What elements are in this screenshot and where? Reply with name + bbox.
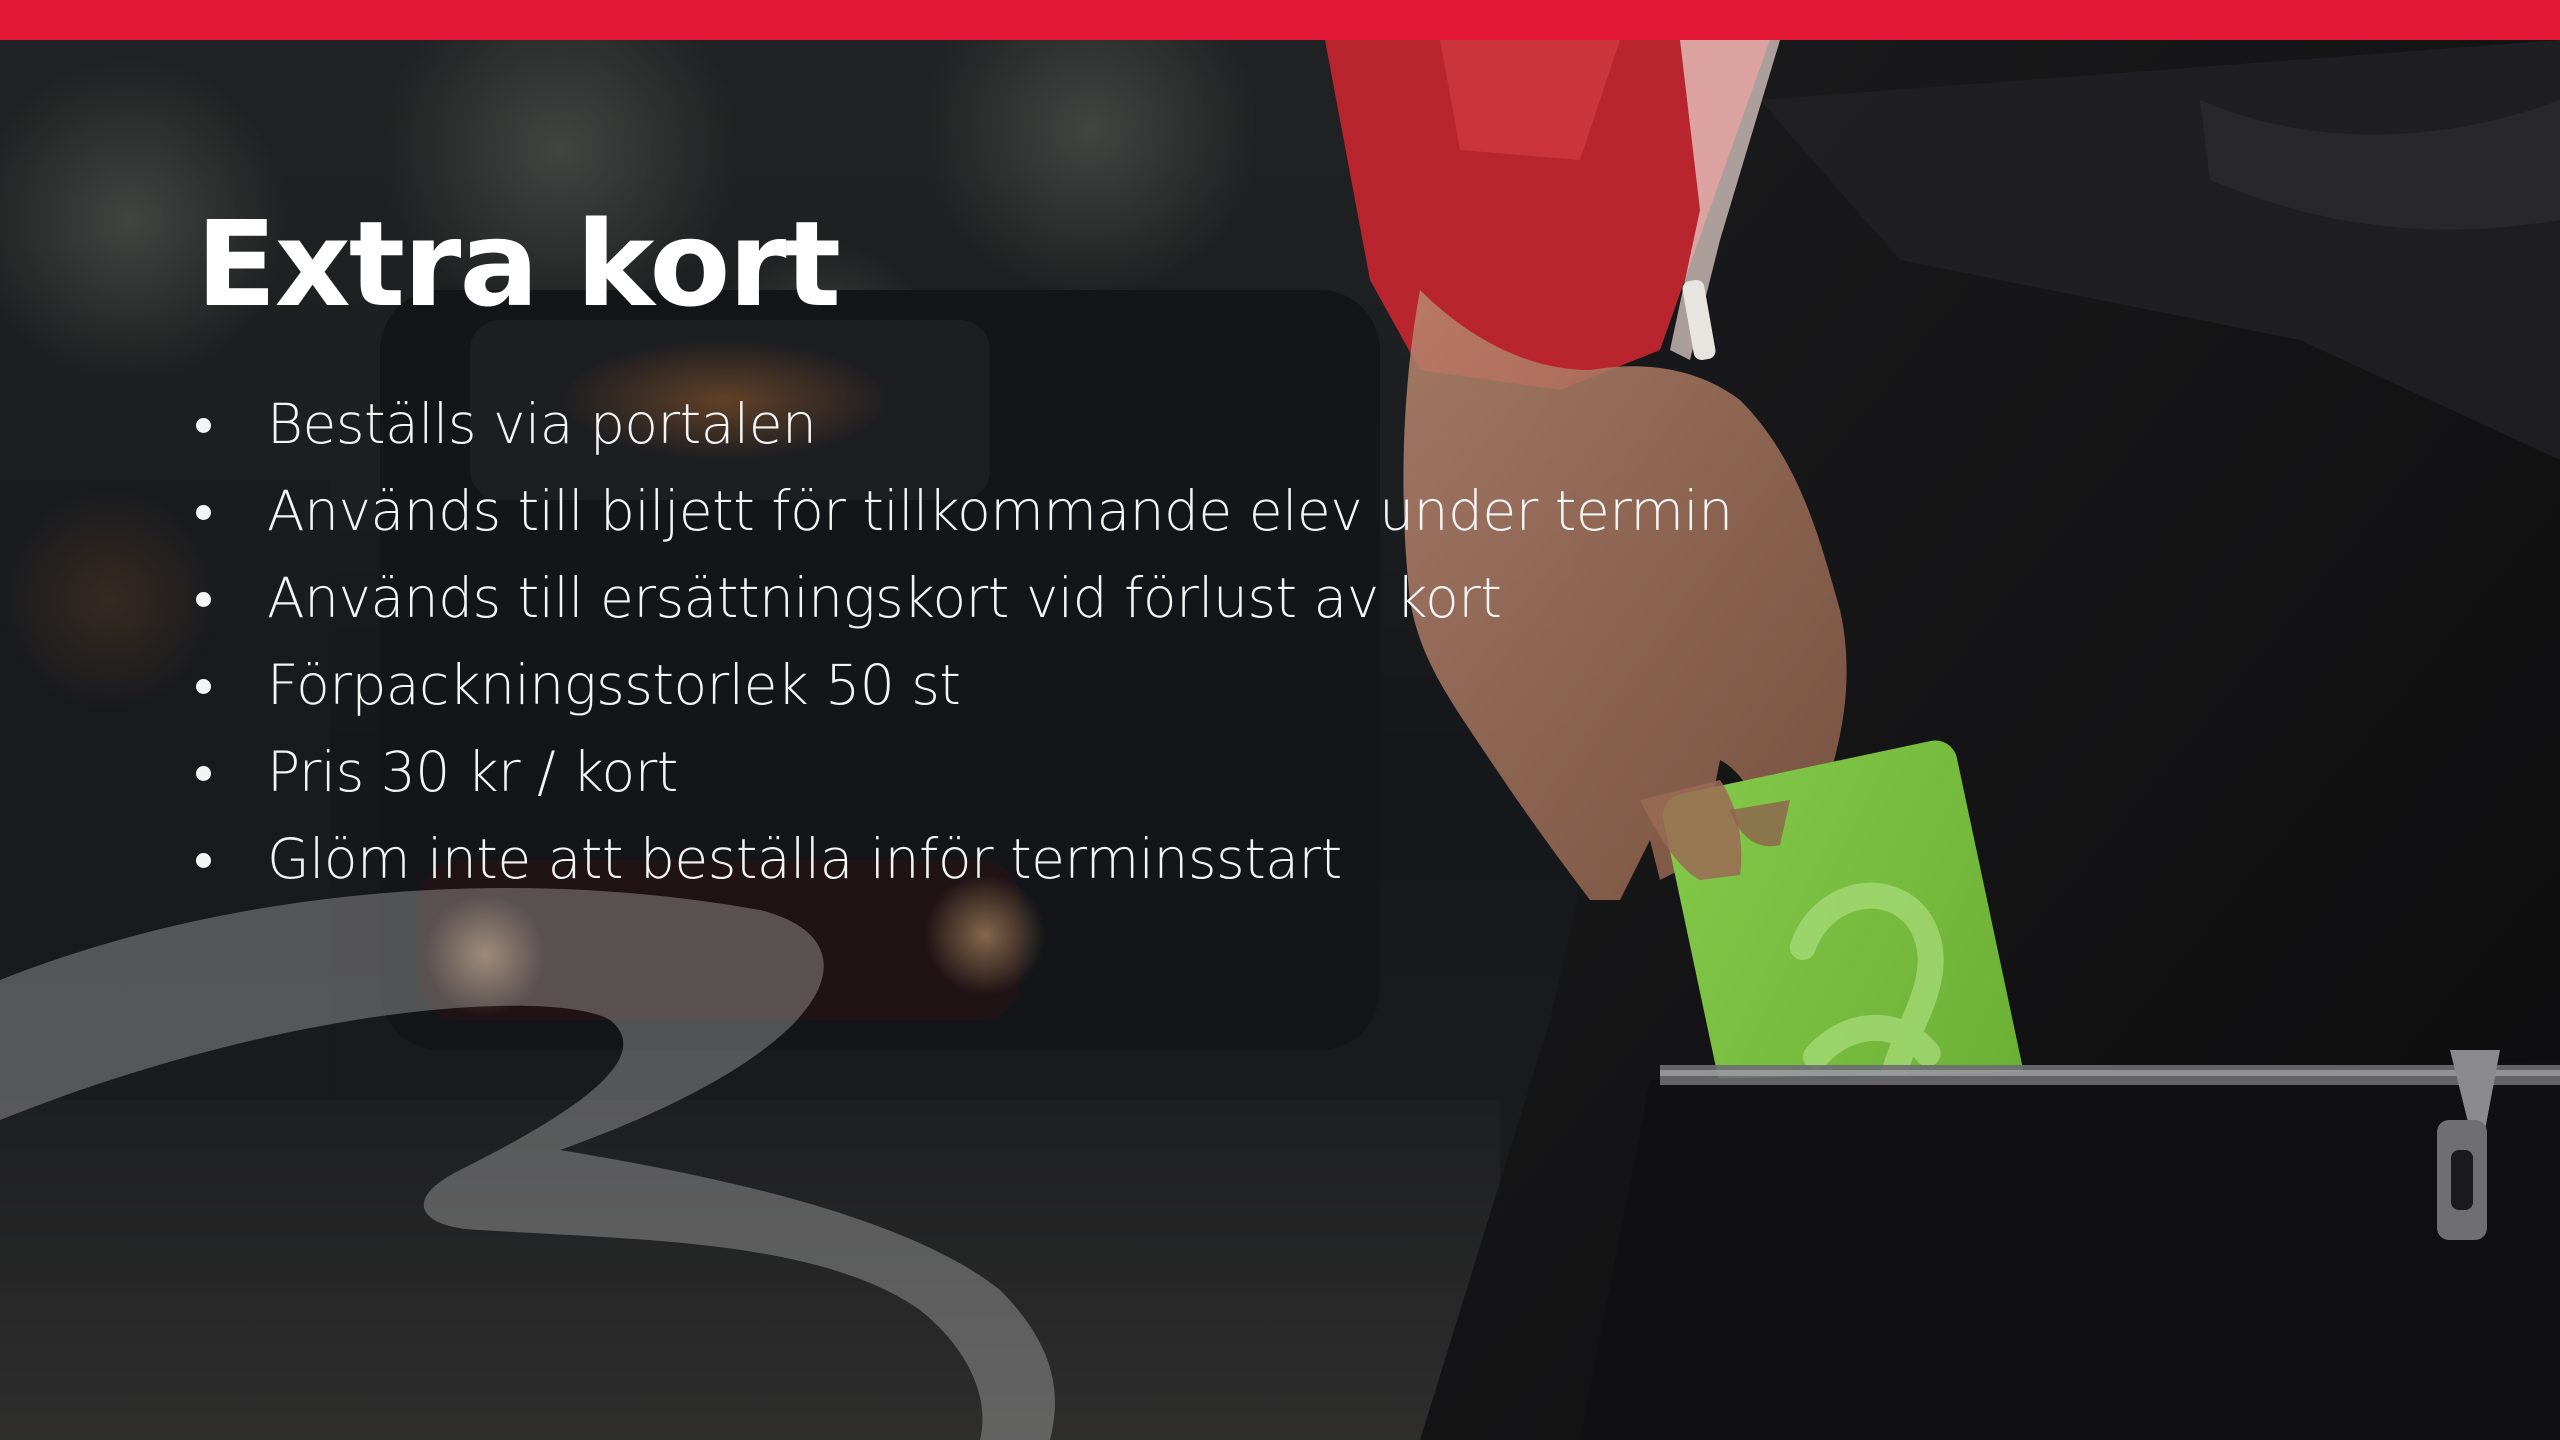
bullet-dot-icon [196,505,211,520]
slide: Extra kort Beställs via portalen Används… [0,0,2560,1440]
bullet-dot-icon [196,679,211,694]
bullet-dot-icon [196,592,211,607]
bullet-dot-icon [196,418,211,433]
bullet-text: Glöm inte att beställa inför terminsstar… [267,827,1342,891]
bullet-text: Pris 30 kr / kort [267,740,678,804]
bullet-text: Beställs via portalen [267,392,817,456]
slide-title: Extra kort [196,195,841,333]
brand-top-bar [0,0,2560,40]
bullet-dot-icon [196,766,211,781]
bullet-text: Används till ersättningskort vid förlust… [267,566,1502,630]
bullet-text: Förpackningsstorlek 50 st [267,653,961,717]
bullet-text: Används till biljett för tillkommande el… [267,479,1733,543]
bullet-dot-icon [196,853,211,868]
